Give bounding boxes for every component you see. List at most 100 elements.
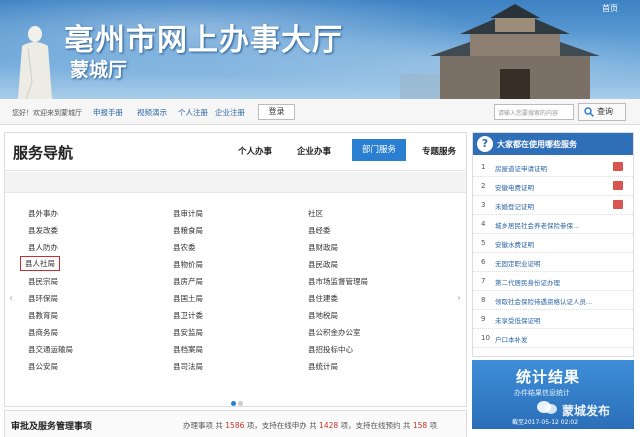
list-number: 1: [481, 163, 486, 171]
stat-text: 办理事项 共: [183, 421, 223, 430]
carousel-dot[interactable]: [238, 401, 243, 406]
list-label[interactable]: 领取社会保险待遇资格认证人员...: [495, 296, 592, 306]
dept-item[interactable]: 县招投标中心: [308, 344, 353, 355]
login-button[interactable]: 登录: [258, 104, 295, 120]
dept-item[interactable]: 县档案局: [173, 344, 203, 355]
search-input[interactable]: 请输入您要搜索的内容: [494, 104, 574, 120]
service-navigation: 服务导航 个人办事 企业办事 部门服务 专题服务 ‹ › 县外事办 县发改委 县…: [4, 132, 467, 407]
dept-item[interactable]: 县粮食局: [173, 225, 203, 236]
list-label[interactable]: 未婚登记证明: [495, 201, 534, 211]
approval-label: 审批及服务管理事项: [11, 422, 93, 432]
list-number: 10: [481, 334, 490, 342]
approval-stats: 办理事项 共 1586 项，支持在线申办 共 1428 项，支持在线预约 共 1…: [183, 420, 437, 431]
link-personal-register[interactable]: 个人注册: [178, 107, 208, 118]
dept-item[interactable]: 县财政局: [308, 242, 338, 253]
tab-department[interactable]: 部门服务: [352, 139, 406, 161]
list-label[interactable]: 无固定职业证明: [495, 258, 541, 268]
link-video[interactable]: 视频演示: [137, 107, 167, 118]
tab-personal[interactable]: 个人办事: [238, 145, 272, 157]
statistics-panel[interactable]: 统计结果 办件结果信息统计 蒙城发布 截至2017-05-12 02:02: [472, 360, 634, 429]
list-item[interactable]: 9 未享受低保证明: [473, 310, 633, 329]
hot-badge-icon: [613, 181, 623, 190]
dept-item[interactable]: 县人防办: [28, 242, 58, 253]
site-title: 亳州市网上办事大厅: [64, 23, 343, 58]
dept-item[interactable]: 县卫计委: [173, 310, 203, 321]
list-number: 3: [481, 201, 486, 209]
list-item[interactable]: 7 第二代居民身份证办理: [473, 272, 633, 291]
list-item[interactable]: 1 房屋道证申请证明: [473, 158, 633, 177]
service-nav-header: 服务导航 个人办事 企业办事 部门服务 专题服务: [5, 133, 466, 171]
stat-online-count: 1428: [319, 421, 339, 430]
stat-text: 项，支持在线申办 共: [246, 421, 317, 430]
list-number: 8: [481, 296, 486, 304]
list-label[interactable]: 户口本补发: [495, 334, 528, 344]
dept-item[interactable]: 县安监局: [173, 327, 203, 338]
popular-services-header: ? 大家都在使用哪些服务: [473, 133, 633, 155]
list-number: 6: [481, 258, 486, 266]
list-number: 4: [481, 220, 486, 228]
list-item[interactable]: 8 领取社会保险待遇资格认证人员...: [473, 291, 633, 310]
list-label[interactable]: 安徽电费证明: [495, 182, 534, 192]
service-nav-title: 服务导航: [13, 144, 74, 162]
query-label: 查询: [597, 107, 613, 116]
dept-item[interactable]: 社区: [308, 208, 323, 219]
stat-text: 项: [429, 421, 438, 430]
list-item[interactable]: 3 未婚登记证明: [473, 196, 633, 215]
dept-item[interactable]: 县环保局: [28, 293, 58, 304]
list-item[interactable]: 4 城乡居民社会养老保险参保...: [473, 215, 633, 234]
tab-enterprise[interactable]: 企业办事: [297, 145, 331, 157]
dept-item[interactable]: 县统计局: [308, 361, 338, 372]
dept-item[interactable]: 县市场监督管理局: [308, 276, 368, 287]
dept-item[interactable]: 县公积金办公室: [308, 327, 361, 338]
dept-item[interactable]: 县国土局: [173, 293, 203, 304]
next-arrow-icon[interactable]: ›: [457, 293, 461, 304]
list-label[interactable]: 未享受低保证明: [495, 315, 541, 325]
list-label[interactable]: 房屋道证申请证明: [495, 163, 547, 173]
link-manual[interactable]: 申报手册: [93, 107, 123, 118]
popular-services-title: 大家都在使用哪些服务: [497, 140, 577, 149]
statistics-subtitle: 办件结果信息统计: [514, 389, 570, 397]
dept-item[interactable]: 县公安局: [28, 361, 58, 372]
filter-strip: [5, 172, 466, 193]
dept-item[interactable]: 县审计局: [173, 208, 203, 219]
dept-item[interactable]: 县农委: [173, 242, 196, 253]
dept-item-highlighted[interactable]: 县人社局: [20, 256, 60, 271]
dept-item[interactable]: 县房产局: [173, 276, 203, 287]
query-button[interactable]: 查询: [578, 103, 626, 121]
wechat-icon: [537, 401, 557, 414]
carousel-dot-active[interactable]: [231, 401, 236, 406]
dept-item[interactable]: 县民宗局: [28, 276, 58, 287]
carousel-dots: [231, 399, 245, 408]
dept-item[interactable]: 县交通运输局: [28, 344, 73, 355]
tab-topic[interactable]: 专题服务: [422, 145, 456, 157]
dept-item[interactable]: 县发改委: [28, 225, 58, 236]
list-item[interactable]: 6 无固定职业证明: [473, 253, 633, 272]
approval-stats-bar: 审批及服务管理事项 办理事项 共 1586 项，支持在线申办 共 1428 项，…: [4, 410, 467, 437]
list-number: 2: [481, 182, 486, 190]
home-link[interactable]: 首页: [602, 3, 618, 14]
welcome-text: 您好！欢迎来到蒙城厅: [12, 109, 82, 117]
statistics-date: 截至2017-05-12 02:02: [512, 419, 579, 426]
dept-item[interactable]: 县司法局: [173, 361, 203, 372]
dept-item[interactable]: 县经委: [308, 225, 331, 236]
dept-item[interactable]: 县外事办: [28, 208, 58, 219]
list-label[interactable]: 城乡居民社会养老保险参保...: [495, 220, 579, 230]
list-item[interactable]: 2 安徽电费证明: [473, 177, 633, 196]
list-item[interactable]: 10 户口本补发: [473, 329, 633, 348]
pavilion-illustration: [400, 4, 600, 99]
list-label[interactable]: 第二代居民身份证办理: [495, 277, 560, 287]
login-bar: 您好！欢迎来到蒙城厅 申报手册 视频演示 个人注册 企业注册 登录 请输入您要搜…: [0, 99, 640, 125]
list-label[interactable]: 安徽水费证明: [495, 239, 534, 249]
link-enterprise-register[interactable]: 企业注册: [215, 107, 245, 118]
dept-item[interactable]: 县民政局: [308, 259, 338, 270]
dept-item[interactable]: 县物价局: [173, 259, 203, 270]
list-item[interactable]: 5 安徽水费证明: [473, 234, 633, 253]
header-banner: 亳州市网上办事大厅 蒙城厅 首页: [0, 0, 640, 99]
hot-badge-icon: [613, 200, 623, 209]
stat-total-count: 1586: [225, 421, 245, 430]
dept-item[interactable]: 县商务局: [28, 327, 58, 338]
dept-item[interactable]: 县教育局: [28, 310, 58, 321]
prev-arrow-icon[interactable]: ‹: [9, 293, 13, 304]
dept-item[interactable]: 县地税局: [308, 310, 338, 321]
dept-item[interactable]: 县住建委: [308, 293, 338, 304]
